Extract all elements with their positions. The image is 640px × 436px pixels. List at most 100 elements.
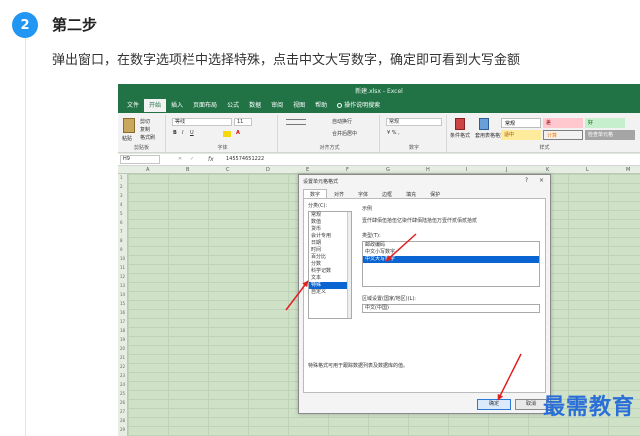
paste-icon[interactable]: [123, 118, 135, 133]
style-neutral[interactable]: 适中: [501, 130, 541, 140]
row-header[interactable]: 27: [120, 409, 125, 414]
category-item[interactable]: 自定义: [309, 289, 351, 296]
category-item[interactable]: 货币: [309, 226, 351, 233]
column-header[interactable]: F: [346, 167, 349, 173]
style-normal[interactable]: 常规: [501, 118, 541, 128]
tab-file[interactable]: 文件: [122, 99, 144, 112]
column-header[interactable]: M: [626, 167, 630, 173]
tab-view[interactable]: 视图: [288, 99, 310, 112]
formula-input[interactable]: 145574651222: [226, 156, 264, 162]
column-header[interactable]: K: [546, 167, 549, 173]
row-header[interactable]: 25: [120, 391, 125, 396]
row-header[interactable]: 13: [120, 283, 125, 288]
type-list[interactable]: 邮政编码 中文小写数字 中文大写数字: [362, 241, 540, 287]
row-header[interactable]: 5: [120, 211, 123, 216]
category-item[interactable]: 百分比: [309, 254, 351, 261]
row-header[interactable]: 19: [120, 337, 125, 342]
table-format-icon[interactable]: [479, 118, 489, 130]
merge-center-button[interactable]: 合并后居中: [332, 130, 357, 137]
font-size-select[interactable]: 11: [234, 118, 252, 126]
row-header[interactable]: 6: [120, 220, 123, 225]
category-item[interactable]: 常规: [309, 212, 351, 219]
row-header[interactable]: 3: [120, 193, 123, 198]
column-header[interactable]: I: [466, 167, 467, 173]
row-header[interactable]: 17: [120, 319, 125, 324]
close-icon[interactable]: ×: [539, 177, 544, 184]
category-item[interactable]: 文本: [309, 275, 351, 282]
tab-data[interactable]: 数据: [244, 99, 266, 112]
row-header[interactable]: 15: [120, 301, 125, 306]
column-header[interactable]: C: [226, 167, 230, 173]
tab-review[interactable]: 审阅: [266, 99, 288, 112]
row-header[interactable]: 4: [120, 202, 123, 207]
row-header[interactable]: 2: [120, 184, 123, 189]
category-item[interactable]: 会计专用: [309, 233, 351, 240]
cancel-x-icon[interactable]: ✕: [178, 156, 182, 162]
column-header[interactable]: J: [506, 167, 507, 173]
category-item[interactable]: 时间: [309, 247, 351, 254]
bold-icon[interactable]: B: [173, 130, 177, 136]
cut-button[interactable]: 剪切: [140, 118, 150, 125]
row-header[interactable]: 28: [120, 418, 125, 423]
row-header[interactable]: 16: [120, 310, 125, 315]
tell-me-search[interactable]: 操作说明搜索: [332, 99, 385, 112]
row-header[interactable]: 8: [120, 238, 123, 243]
align-top-icon[interactable]: [286, 119, 306, 125]
conditional-format-icon[interactable]: [455, 118, 465, 130]
row-header[interactable]: 1: [120, 175, 123, 180]
wrap-text-button[interactable]: 自动换行: [332, 118, 352, 125]
row-header[interactable]: 14: [120, 292, 125, 297]
copy-button[interactable]: 复制: [140, 126, 150, 133]
underline-icon[interactable]: U: [190, 130, 194, 136]
column-header[interactable]: B: [186, 167, 189, 173]
row-header[interactable]: 11: [120, 265, 125, 270]
row-header[interactable]: 21: [120, 355, 125, 360]
name-box[interactable]: H9: [120, 155, 160, 164]
tab-home[interactable]: 开始: [144, 99, 167, 112]
row-header[interactable]: 22: [120, 364, 125, 369]
category-item[interactable]: 分数: [309, 261, 351, 268]
help-icon[interactable]: ?: [525, 177, 528, 184]
row-header[interactable]: 24: [120, 382, 125, 387]
accounting-format-icon[interactable]: ¥ % ,: [387, 130, 400, 136]
category-item[interactable]: 日期: [309, 240, 351, 247]
tab-insert[interactable]: 插入: [166, 99, 188, 112]
tab-help[interactable]: 帮助: [310, 99, 332, 112]
font-name-select[interactable]: 等线: [172, 118, 232, 126]
column-header[interactable]: D: [266, 167, 270, 173]
category-item[interactable]: 数值: [309, 219, 351, 226]
style-check-cell[interactable]: 检查单元格: [585, 130, 635, 140]
locale-select[interactable]: 中文(中国): [362, 304, 540, 313]
paste-label[interactable]: 粘贴: [122, 135, 132, 142]
row-header[interactable]: 10: [120, 256, 125, 261]
column-header[interactable]: A: [146, 167, 149, 173]
row-header[interactable]: 20: [120, 346, 125, 351]
type-item[interactable]: 中文小写数字: [363, 249, 539, 256]
category-item[interactable]: 科学记数: [309, 268, 351, 275]
column-header[interactable]: L: [586, 167, 589, 173]
category-scrollbar[interactable]: [347, 212, 351, 318]
column-header[interactable]: E: [306, 167, 309, 173]
font-color-icon[interactable]: A: [236, 130, 240, 136]
row-header[interactable]: 29: [120, 427, 125, 432]
fx-icon[interactable]: fx: [208, 156, 214, 163]
conditional-format-button[interactable]: 条件格式: [450, 132, 470, 139]
column-header[interactable]: H: [426, 167, 430, 173]
column-header[interactable]: G: [386, 167, 390, 173]
row-header[interactable]: 7: [120, 229, 123, 234]
type-item[interactable]: 邮政编码: [363, 242, 539, 249]
row-header[interactable]: 18: [120, 328, 125, 333]
row-header[interactable]: 9: [120, 247, 123, 252]
row-header[interactable]: 12: [120, 274, 125, 279]
style-bad[interactable]: 差: [543, 118, 583, 128]
italic-icon[interactable]: I: [182, 130, 183, 136]
ok-button[interactable]: 确定: [477, 399, 511, 410]
row-header[interactable]: 23: [120, 373, 125, 378]
number-format-select[interactable]: 常规: [386, 118, 442, 126]
fill-color-icon[interactable]: [223, 131, 231, 137]
confirm-check-icon[interactable]: ✓: [190, 156, 194, 162]
row-header[interactable]: 26: [120, 400, 125, 405]
format-painter-button[interactable]: 格式刷: [140, 134, 155, 141]
category-item-special[interactable]: 特殊: [309, 282, 351, 289]
category-list[interactable]: 常规 数值 货币 会计专用 日期 时间 百分比 分数 科学记数 文本 特殊 自定…: [308, 211, 352, 319]
